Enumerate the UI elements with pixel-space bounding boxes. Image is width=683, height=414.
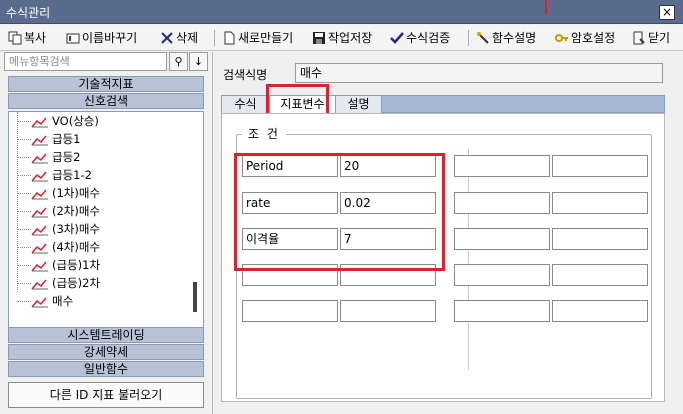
- chart-icon: [31, 189, 48, 199]
- save-icon: [312, 31, 326, 45]
- tree-item-label: 매수: [52, 294, 74, 308]
- tree-item-label: VO(상승): [52, 114, 99, 128]
- new-label: 새로만들기: [238, 31, 294, 45]
- tree-item-selected[interactable]: 매수: [31, 293, 73, 310]
- password-button[interactable]: 암호설정: [555, 29, 615, 47]
- tree-item[interactable]: VO(상승): [31, 113, 99, 130]
- param-value-field[interactable]: [340, 300, 436, 322]
- load-other-id-button[interactable]: 다른 ID 지표 불러오기: [8, 382, 204, 408]
- category-signal[interactable]: 신호검색: [8, 93, 204, 109]
- category-technical[interactable]: 기술적지표: [8, 76, 204, 92]
- tree-item-label: (급등)2차: [52, 276, 101, 290]
- checkmark-icon: [390, 31, 404, 45]
- chart-icon: [31, 261, 48, 271]
- tree-item[interactable]: 급등1-2: [31, 167, 92, 184]
- tree-item-label: 급등1: [52, 132, 81, 146]
- chart-icon: [31, 243, 48, 253]
- rename-icon: [66, 31, 80, 45]
- exit-icon: [632, 31, 646, 45]
- rename-button[interactable]: 이름바꾸기: [66, 29, 137, 47]
- magic-wand-icon: [476, 31, 490, 45]
- highlight-params-box: [234, 153, 445, 271]
- toolbar-separator: [468, 30, 469, 46]
- close-label: 닫기: [648, 31, 671, 45]
- chart-icon: [31, 135, 48, 145]
- formula-name-field[interactable]: 매수: [295, 63, 663, 83]
- delete-button[interactable]: 삭제: [160, 29, 198, 47]
- tree-item[interactable]: (2차)매수: [31, 203, 100, 220]
- verify-button[interactable]: 수식검증: [390, 29, 450, 47]
- tree-item-label: (급등)1차: [52, 258, 101, 272]
- red-mark: [545, 0, 547, 14]
- tree-item[interactable]: (급등)2차: [31, 275, 100, 292]
- chart-icon: [31, 153, 48, 163]
- password-label: 암호설정: [571, 31, 616, 45]
- window-title: 수식관리: [6, 6, 51, 20]
- copy-label: 복사: [24, 31, 47, 45]
- copy-icon: [8, 31, 22, 45]
- new-document-icon: [222, 31, 236, 45]
- category-strength[interactable]: 강세약세: [8, 344, 204, 360]
- category-systemtrading[interactable]: 시스템트레이딩: [8, 327, 204, 343]
- down-arrow-icon[interactable]: ↓: [189, 52, 208, 71]
- verify-label: 수식검증: [406, 31, 451, 45]
- chart-icon: [31, 225, 48, 235]
- tree-item-label: (1차)매수: [52, 186, 101, 200]
- toolbar: 복사 이름바꾸기 삭제 새로만들기 작업저장 수식검증 함수설명 암호설정 닫기: [0, 25, 683, 51]
- tree-item[interactable]: (1차)매수: [31, 185, 100, 202]
- delete-label: 삭제: [176, 31, 199, 45]
- new-button[interactable]: 새로만들기: [222, 29, 293, 47]
- category-general-functions[interactable]: 일반함수: [8, 361, 204, 377]
- func-help-button[interactable]: 함수설명: [476, 29, 536, 47]
- tree-item-label: 급등1-2: [52, 168, 92, 182]
- tree-item[interactable]: (3차)매수: [31, 221, 100, 238]
- chart-icon: [31, 297, 48, 307]
- key-icon: [555, 31, 569, 45]
- tree-scrollbar[interactable]: [193, 282, 197, 312]
- search-icon[interactable]: ⚲: [169, 52, 188, 71]
- column-separator: [468, 149, 469, 370]
- param-value-field[interactable]: [552, 264, 648, 286]
- tree-item-label: (4차)매수: [52, 240, 101, 254]
- conditions-title: 조 건: [242, 125, 286, 142]
- param-value-field[interactable]: [552, 228, 648, 250]
- param-value-field[interactable]: [552, 192, 648, 214]
- tab-formula[interactable]: 수식: [222, 96, 270, 113]
- tree-item-label: (3차)매수: [52, 222, 101, 236]
- chart-icon: [31, 279, 48, 289]
- left-panel: 메뉴항목검색 ⚲ ↓ 기술적지표 신호검색 VO(상승) 급등1 급등2 급등1…: [0, 52, 212, 414]
- tree-list: VO(상승) 급등1 급등2 급등1-2 (1차)매수 (2차)매수 (3차)매…: [8, 111, 204, 328]
- toolbar-separator: [214, 30, 215, 46]
- tree-item-label: 급등2: [52, 150, 81, 164]
- tab-description[interactable]: 설명: [336, 96, 382, 113]
- param-name-field[interactable]: [454, 300, 550, 322]
- tree-item-label: (2차)매수: [52, 204, 101, 218]
- save-label: 작업저장: [328, 31, 373, 45]
- save-button[interactable]: 작업저장: [312, 29, 372, 47]
- param-name-field[interactable]: [454, 228, 550, 250]
- close-button[interactable]: 닫기: [632, 29, 670, 47]
- rename-label: 이름바꾸기: [82, 31, 138, 45]
- tree-item[interactable]: (급등)1차: [31, 257, 100, 274]
- close-icon[interactable]: ×: [659, 5, 675, 20]
- param-name-field[interactable]: [454, 264, 550, 286]
- delete-icon: [160, 31, 174, 45]
- param-name-field[interactable]: [454, 192, 550, 214]
- param-value-field[interactable]: [552, 300, 648, 322]
- formula-name-label: 검색식명: [223, 68, 268, 82]
- copy-button[interactable]: 복사: [8, 29, 46, 47]
- tree-item[interactable]: 급등1: [31, 131, 80, 148]
- tree-item[interactable]: 급등2: [31, 149, 80, 166]
- chart-icon: [31, 207, 48, 217]
- right-panel: 검색식명 매수 수식 지표변수 설명 조 건 Period 20 rate 0.…: [213, 52, 683, 414]
- param-name-field[interactable]: [454, 155, 550, 177]
- func-help-label: 함수설명: [492, 31, 537, 45]
- search-input[interactable]: 메뉴항목검색: [4, 52, 167, 71]
- param-name-field[interactable]: [242, 300, 338, 322]
- tree-item[interactable]: (4차)매수: [31, 239, 100, 256]
- window-titlebar: 수식관리 ×: [0, 0, 683, 24]
- chart-icon: [31, 117, 48, 127]
- chart-icon: [31, 171, 48, 181]
- param-value-field[interactable]: [552, 155, 648, 177]
